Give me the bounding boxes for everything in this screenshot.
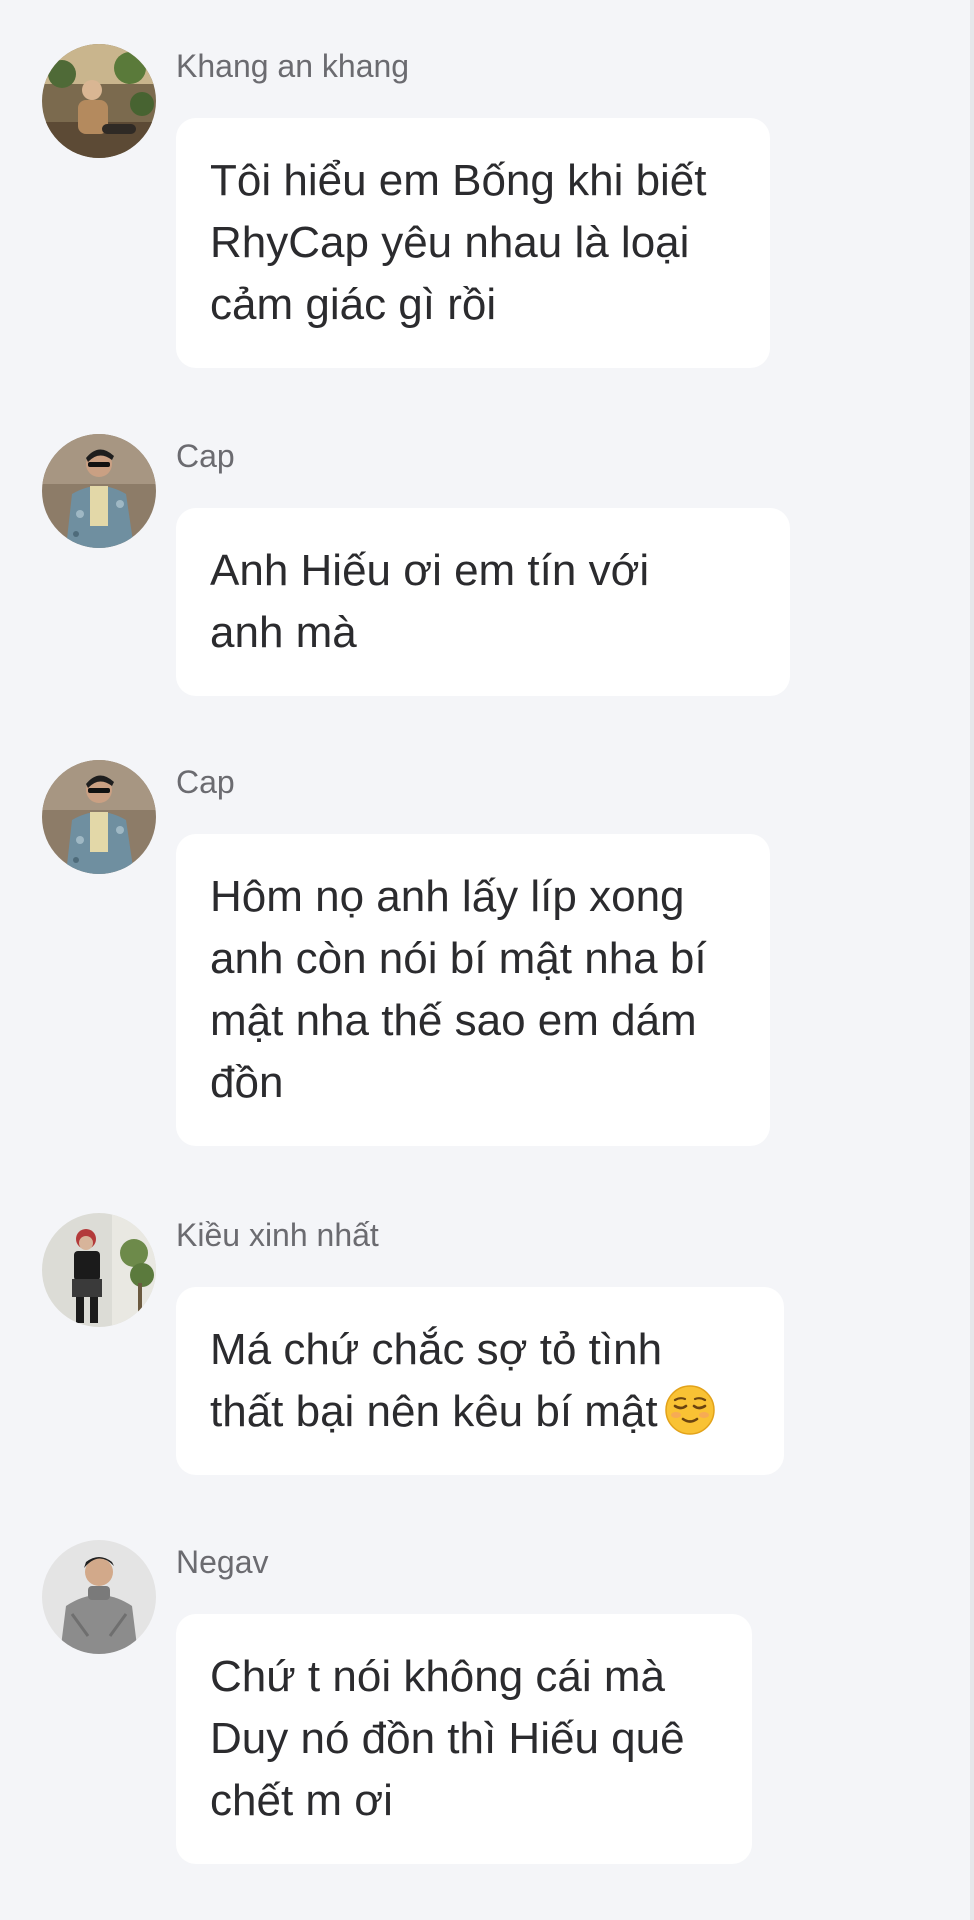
message-line: Tôi hiểu em Bống khi biết xyxy=(210,156,707,205)
message-bubble[interactable]: Má chứ chắc sợ tỏ tình thất bại nên kêu … xyxy=(176,1287,784,1475)
message-line: chết m ơi xyxy=(210,1776,393,1825)
sender-name: Cap xyxy=(176,438,235,474)
message-bubble[interactable]: Anh Hiếu ơi em tín với anh mà xyxy=(176,508,790,696)
sender-name: Negav xyxy=(176,1544,269,1580)
sender-name: Cap xyxy=(176,764,235,800)
sender-name: Kiều xinh nhất xyxy=(176,1217,379,1253)
message-line-text: thất bại nên kêu bí mật xyxy=(210,1387,658,1436)
message-line: đồn xyxy=(210,1058,284,1107)
user-avatar-denim-jacket-photo[interactable] xyxy=(42,760,156,874)
user-avatar-grey-sweater-photo[interactable] xyxy=(42,1540,156,1654)
message-bubble[interactable]: Tôi hiểu em Bống khi biết RhyCap yêu nha… xyxy=(176,118,770,368)
message-line: RhyCap yêu nhau là loại xyxy=(210,218,690,267)
user-avatar-denim-jacket-photo[interactable] xyxy=(42,434,156,548)
message-line: thất bại nên kêu bí mật xyxy=(210,1381,750,1443)
message-line: Má chứ chắc sợ tỏ tình xyxy=(210,1325,663,1374)
message-bubble[interactable]: Chứ t nói không cái mà Duy nó đồn thì Hi… xyxy=(176,1614,752,1864)
message-line: Chứ t nói không cái mà xyxy=(210,1652,666,1701)
message-bubble[interactable]: Hôm nọ anh lấy líp xong anh còn nói bí m… xyxy=(176,834,770,1146)
message-line: mật nha thế sao em dám xyxy=(210,996,697,1045)
message-line: Hôm nọ anh lấy líp xong xyxy=(210,872,685,921)
user-avatar-black-outfit-photo[interactable] xyxy=(42,1213,156,1327)
message-line: anh mà xyxy=(210,608,357,657)
sender-name: Khang an khang xyxy=(176,48,410,84)
relieved-face-emoji xyxy=(664,1384,716,1436)
message-line: Anh Hiếu ơi em tín với xyxy=(210,546,650,595)
user-avatar-plants-photo[interactable] xyxy=(42,44,156,158)
screen-edge xyxy=(970,0,974,1920)
message-line: anh còn nói bí mật nha bí xyxy=(210,934,707,983)
message-line: cảm giác gì rồi xyxy=(210,280,497,329)
message-line: Duy nó đồn thì Hiếu quê xyxy=(210,1714,685,1763)
